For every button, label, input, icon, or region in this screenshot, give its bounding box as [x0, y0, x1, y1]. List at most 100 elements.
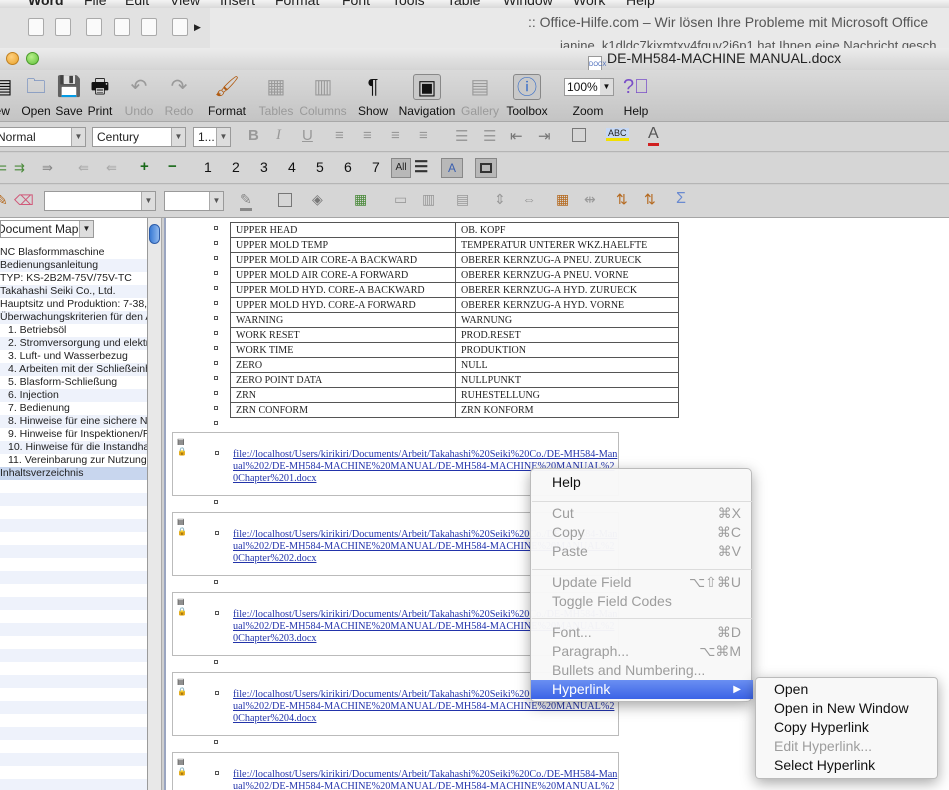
promote-icon[interactable]: ⇇ — [0, 160, 7, 176]
menu-help[interactable]: Help — [626, 0, 655, 8]
cell-english[interactable]: UPPER MOLD AIR CORE-A BACKWARD — [230, 252, 456, 268]
menu-view[interactable]: View — [170, 0, 200, 8]
cell-german[interactable]: OBERER KERNZUG-A PNEU. ZURUECK — [455, 252, 679, 268]
menu-item-hyperlink[interactable]: Hyperlink ▶ — [531, 680, 753, 699]
cell-english[interactable]: ZRN CONFORM — [230, 402, 456, 418]
insert-table-icon[interactable]: ▦ — [354, 191, 367, 208]
collapse-icon[interactable]: − — [168, 158, 177, 175]
outline-level-1[interactable]: 1 — [204, 159, 212, 175]
split-cells-icon[interactable]: ▥ — [422, 191, 435, 208]
cell-english[interactable]: UPPER MOLD AIR CORE-A FORWARD — [230, 267, 456, 283]
italic-icon[interactable]: I — [276, 127, 281, 144]
menu-file[interactable]: File — [84, 0, 107, 8]
cell-german[interactable]: NULLPUNKT — [455, 372, 679, 388]
demote-to-body-icon[interactable]: ⇛ — [42, 160, 53, 176]
first-line-only-icon[interactable]: ☰ — [414, 157, 428, 177]
cell-german[interactable]: PRODUKTION — [455, 342, 679, 358]
promote-icon[interactable]: ⇉ — [14, 160, 25, 176]
tables-button[interactable]: ▦ Tables — [256, 74, 296, 118]
minimize-button[interactable] — [6, 52, 19, 65]
include-field[interactable]: ▤ 🔒 file://localhost/Users/kirikiri/Docume… — [172, 752, 619, 790]
highlight-icon[interactable]: ABC — [606, 128, 629, 141]
toolbox-button[interactable]: ⓘ Toolbox — [504, 74, 550, 118]
menu-item-font[interactable]: Font... ⌘D — [531, 623, 753, 642]
cell-english[interactable]: WARNING — [230, 312, 456, 328]
cell-english[interactable]: WORK RESET — [230, 327, 456, 343]
show-button[interactable]: ¶ Show — [357, 74, 389, 118]
document-map-select[interactable]: Document Map ▼ — [0, 220, 94, 238]
document-map-item[interactable]: TYP: KS-2B2M-75V/75V-TC — [0, 272, 147, 285]
menu-word[interactable]: Word — [28, 0, 64, 8]
format-painter-button[interactable]: 🖌 Format — [205, 74, 249, 118]
decrease-indent-icon[interactable]: ⇤ — [510, 127, 523, 145]
outline-level-7[interactable]: 7 — [372, 159, 380, 175]
menu-window[interactable]: Window — [503, 0, 553, 8]
align-icon[interactable]: ▤ — [456, 191, 469, 208]
distribute-rows-icon[interactable]: ⇕ — [494, 191, 506, 208]
submenu-item-select-hyperlink[interactable]: Select Hyperlink — [756, 756, 939, 775]
cell-german[interactable]: NULL — [455, 357, 679, 373]
document-map-item[interactable]: NC Blasformmaschine — [0, 246, 147, 259]
line-style-select[interactable]: ▼ — [44, 191, 156, 211]
border-type-icon[interactable] — [278, 193, 292, 207]
gallery-button[interactable]: ▤ Gallery — [459, 74, 501, 118]
document-map-item[interactable]: 3. Luft- und Wasserbezug — [0, 350, 147, 363]
cell-german[interactable]: RUHESTELLUNG — [455, 387, 679, 403]
cell-german[interactable]: WARNUNG — [455, 312, 679, 328]
align-center-icon[interactable]: ≡ — [363, 127, 372, 144]
cell-english[interactable]: ZERO POINT DATA — [230, 372, 456, 388]
chevron-right-icon[interactable]: ▶ — [194, 22, 201, 33]
outline-all-button[interactable]: All — [391, 158, 411, 178]
shading-icon[interactable]: ◈ — [312, 191, 323, 208]
menu-tools[interactable]: Tools — [392, 0, 425, 8]
line-weight-select[interactable]: ▼ — [164, 191, 224, 211]
expand-icon[interactable]: + — [140, 158, 149, 175]
menu-item-paragraph[interactable]: Paragraph... ⌥⌘M — [531, 642, 753, 661]
cell-german[interactable]: ZRN KONFORM — [455, 402, 679, 418]
submenu-item-open-new-window[interactable]: Open in New Window — [756, 699, 939, 718]
menu-item-paste[interactable]: Paste ⌘V — [531, 542, 753, 561]
zoom-control[interactable]: 100% ▼ Zoom — [562, 74, 614, 118]
document-map-item[interactable]: Inhaltsverzeichnis — [0, 467, 147, 480]
sort-descending-icon[interactable]: ⇅ — [644, 191, 656, 208]
font-color-icon[interactable]: A — [648, 125, 659, 146]
document-map-item[interactable]: 9. Hinweise für Inspektionen/R — [0, 428, 147, 441]
cell-english[interactable]: UPPER HEAD — [230, 222, 456, 238]
menu-font[interactable]: Font — [342, 0, 370, 8]
document-map-item[interactable]: Takahashi Seiki Co., Ltd. — [0, 285, 147, 298]
document-map-item[interactable]: 4. Arbeiten mit der Schließeinh — [0, 363, 147, 376]
document-map-item[interactable]: 2. Stromversorgung und elektr — [0, 337, 147, 350]
font-size-select[interactable]: 1... ▼ — [193, 127, 231, 147]
cell-english[interactable]: UPPER MOLD HYD. CORE-A FORWARD — [230, 297, 456, 313]
draw-table-icon[interactable]: ✎ — [0, 192, 8, 209]
zoom-button[interactable] — [26, 52, 39, 65]
cell-german[interactable]: OBERER KERNZUG-A PNEU. VORNE — [455, 267, 679, 283]
outline-level-3[interactable]: 3 — [260, 159, 268, 175]
outline-level-4[interactable]: 4 — [288, 159, 296, 175]
undo-button[interactable]: ↶ Undo — [122, 74, 156, 118]
document-map-item[interactable]: 1. Betriebsöl — [0, 324, 147, 337]
sum-icon[interactable]: Σ — [676, 190, 686, 208]
document-map-item[interactable]: 5. Blasform-Schließung — [0, 376, 147, 389]
menu-table[interactable]: Table — [447, 0, 480, 8]
menu-edit[interactable]: Edit — [125, 0, 149, 8]
help-button[interactable]: ?⃝ Help — [620, 74, 652, 118]
border-color-icon[interactable]: ✎ — [240, 191, 252, 211]
redo-button[interactable]: ↷ Redo — [162, 74, 196, 118]
bold-icon[interactable]: B — [248, 127, 259, 144]
columns-button[interactable]: ▥ Columns — [298, 74, 348, 118]
increase-indent-icon[interactable]: ⇥ — [538, 127, 551, 145]
document-map-item[interactable]: Bedienungsanleitung — [0, 259, 147, 272]
autofit-icon[interactable]: ⇹ — [584, 191, 596, 208]
menu-work[interactable]: Work — [573, 0, 605, 8]
cell-german[interactable]: OB. KOPF — [455, 222, 679, 238]
view-button[interactable]: ▤View — [0, 74, 16, 118]
menu-format[interactable]: Format — [275, 0, 319, 8]
document-map-scrollbar[interactable] — [148, 218, 162, 790]
outline-level-5[interactable]: 5 — [316, 159, 324, 175]
cell-english[interactable]: ZERO — [230, 357, 456, 373]
autoformat-icon[interactable]: ▦ — [556, 191, 569, 208]
save-button[interactable]: 💾 Save — [54, 74, 84, 118]
menu-item-update-field[interactable]: Update Field ⌥⇧⌘U — [531, 573, 753, 592]
underline-icon[interactable]: U — [302, 127, 313, 144]
